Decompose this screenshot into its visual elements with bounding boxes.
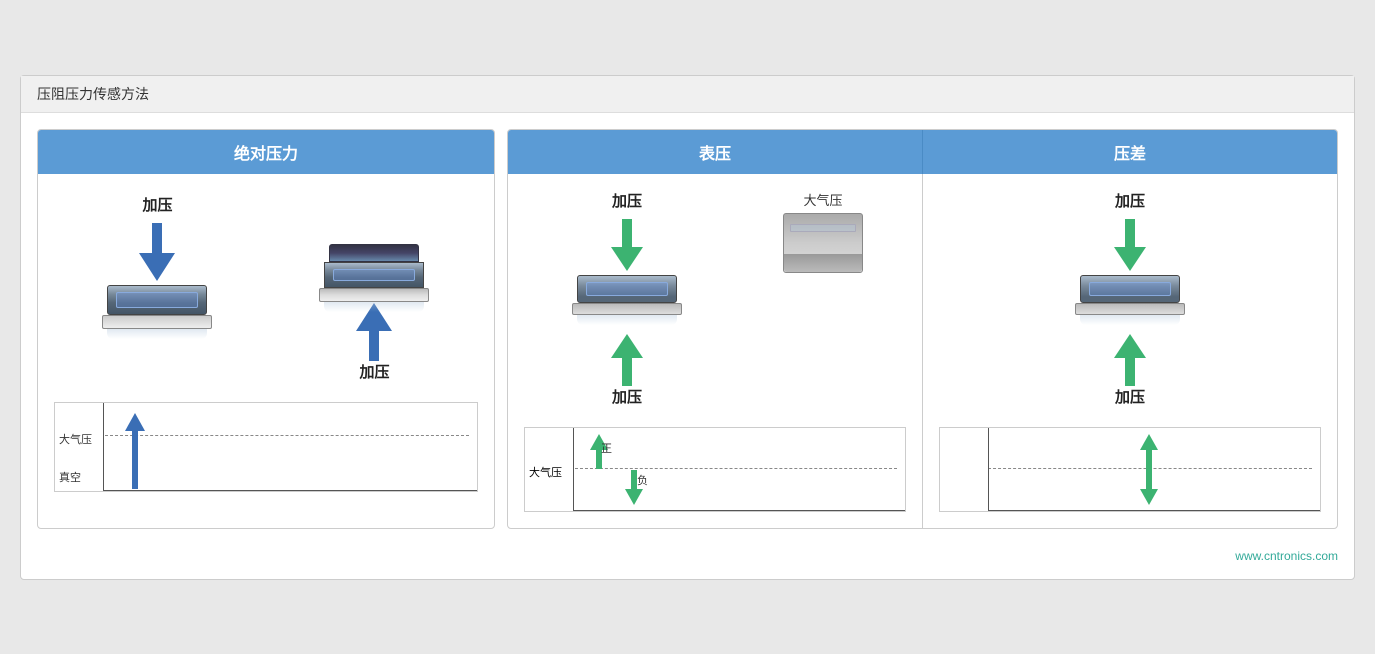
chart-diff <box>939 427 1321 512</box>
sensor-body-right <box>324 262 424 288</box>
diff-sensor <box>1070 275 1190 330</box>
gauge-atmo-label: 大气压 <box>803 190 842 209</box>
sensor-top-right <box>329 244 419 262</box>
gauge-atmo-device-window <box>790 224 856 232</box>
sensor-base-right <box>319 288 429 302</box>
sensor-reflection-right <box>324 302 424 312</box>
chart-axis-line-h <box>103 490 477 491</box>
gauge-sensor-body-left <box>577 275 677 303</box>
gauge-sensor-base-left <box>572 303 682 315</box>
device-col-right: 加压 <box>314 194 434 390</box>
diff-arrow-head-down <box>1114 247 1146 271</box>
diff-arrow-shaft-down <box>1125 219 1135 247</box>
gauge-devices-row: 加压 <box>524 190 906 415</box>
diff-arrow-shaft-up <box>1125 358 1135 386</box>
chart-gauge-dashed <box>575 468 897 469</box>
sensor-open-left <box>97 285 217 340</box>
diff-devices-row: 加压 <box>939 190 1321 415</box>
chart-gauge-axis-v <box>573 428 574 511</box>
arrow-down-blue <box>139 223 175 281</box>
diff-pressure-label-bottom: 加压 <box>1115 386 1145 407</box>
panel-diff-pressure-header: 压差 <box>923 130 1337 174</box>
panel-absolute-pressure-header: 绝对压力 <box>38 130 494 174</box>
gauge-arrow-up-green <box>611 334 643 386</box>
chart-arrow-up <box>125 413 145 489</box>
chart-diff-arrow-shaft <box>1146 450 1152 489</box>
watermark: www.cntronics.com <box>21 545 1354 563</box>
diff-sensor-base <box>1075 303 1185 315</box>
sensor-base-left <box>102 315 212 329</box>
diff-pressure-label-top: 加压 <box>1115 190 1145 211</box>
device-col-left: 加压 <box>97 194 217 390</box>
gauge-pressure-label-bottom: 加压 <box>612 386 642 407</box>
arrow-head-down-blue <box>139 253 175 281</box>
chart-gauge-atmo-label: 大气压 <box>529 464 562 480</box>
chart-atmo-label: 大气压 <box>59 431 92 447</box>
chart-diff-arrow-head-up <box>1140 434 1158 450</box>
diff-arrow-down-green <box>1114 219 1146 271</box>
chart-gauge-axis-h <box>573 510 905 511</box>
diff-arrow-up-green <box>1114 334 1146 386</box>
chart-diff-arrows <box>1140 434 1158 505</box>
chart-gauge-neg-label: 负 <box>637 472 648 488</box>
gauge-device-col-left: 加压 <box>567 190 687 415</box>
main-content: 绝对压力 加压 <box>21 113 1354 545</box>
right-sub-bodies: 加压 <box>508 174 1337 528</box>
gauge-arrow-head-up <box>611 334 643 358</box>
gauge-arrow-shaft-down <box>622 219 632 247</box>
gauge-arrow-head-down <box>611 247 643 271</box>
pressure-label-top-left: 加压 <box>142 194 172 215</box>
panel-right: 表压 压差 加压 <box>507 129 1338 529</box>
chart-diff-axis-v <box>988 428 989 511</box>
diff-sensor-body <box>1080 275 1180 303</box>
diff-sensor-reflection <box>1080 315 1180 325</box>
diff-device-col: 加压 <box>1070 190 1190 415</box>
chart-vacuum-label: 真空 <box>59 469 81 485</box>
gauge-device-col-right: 大气压 <box>783 190 863 415</box>
sensor-closed-right <box>314 244 434 299</box>
sensor-reflection-left <box>107 329 207 339</box>
gauge-sensor-reflection-left <box>577 315 677 325</box>
diff-arrow-head-up <box>1114 334 1146 358</box>
sub-body-gauge: 加压 <box>508 174 923 528</box>
arrow-shaft-up-blue <box>369 331 379 361</box>
gauge-atmo-device-base <box>784 254 862 272</box>
gauge-atmo-device <box>783 213 863 273</box>
devices-row: 加压 <box>54 194 478 390</box>
chart-arrow-shaft <box>132 431 138 489</box>
chart-diff-axis-h <box>988 510 1320 511</box>
chart-gauge-pos-label: 正 <box>601 440 612 456</box>
gauge-arrow-shaft-up <box>622 358 632 386</box>
gauge-sensor-left <box>567 275 687 330</box>
gauge-pressure-label-top: 加压 <box>612 190 642 211</box>
panel-gauge-pressure-header: 表压 <box>508 130 923 174</box>
sub-body-diff: 加压 <box>923 174 1337 528</box>
sensor-body-left <box>107 285 207 315</box>
chart-gauge: 大气压 <box>524 427 906 512</box>
chart-axis-line-v <box>103 403 104 491</box>
page-title: 压阻压力传感方法 <box>21 76 1354 113</box>
chart-gauge-arrow-head-down <box>625 489 643 505</box>
chart-dashed-line <box>105 435 469 436</box>
chart-diff-arrow-head-down <box>1140 489 1158 505</box>
chart-absolute: 大气压 真空 <box>54 402 478 492</box>
pressure-label-bottom-right: 加压 <box>359 361 389 382</box>
arrow-shaft-down-blue <box>152 223 162 253</box>
chart-arrow-head-up <box>125 413 145 431</box>
panel-absolute-pressure-body: 加压 <box>38 174 494 508</box>
panel-header-row: 表压 压差 <box>508 130 1337 174</box>
gauge-arrow-down-green <box>611 219 643 271</box>
panel-absolute-pressure: 绝对压力 加压 <box>37 129 495 529</box>
outer-container: 压阻压力传感方法 绝对压力 加压 <box>20 75 1355 580</box>
